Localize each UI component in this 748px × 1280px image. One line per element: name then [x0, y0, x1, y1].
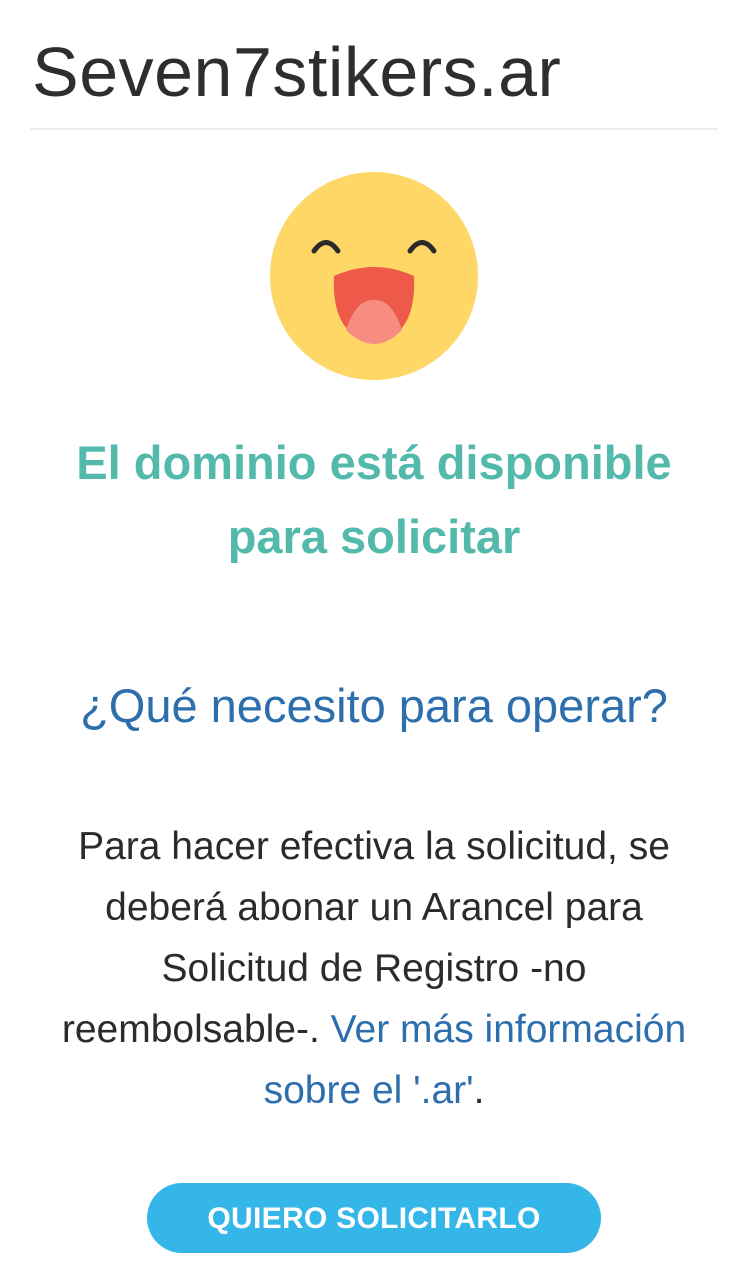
availability-message: El dominio está disponible para solicita…: [76, 436, 672, 563]
requirements-question: ¿Qué necesito para operar?: [80, 679, 668, 732]
requirements-period: .: [473, 1069, 485, 1112]
domain-name-title: Seven7stikers.ar: [32, 33, 562, 111]
laughing-face-icon: [270, 172, 478, 380]
header-divider: [30, 128, 718, 130]
request-domain-button[interactable]: QUIERO SOLICITARLO: [147, 1183, 601, 1253]
domain-result-page: Seven7stikers.ar El dominio está disponi…: [0, 0, 748, 1280]
requirements-text: Para hacer efectiva la solicitud, se deb…: [34, 816, 714, 1121]
